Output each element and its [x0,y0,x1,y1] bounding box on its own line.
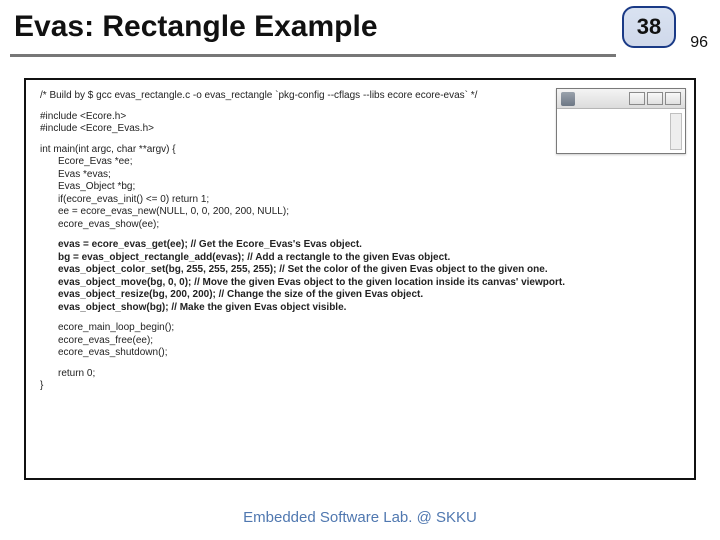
code-line: if(ecore_evas_init() <= 0) return 1; [40,194,684,207]
code-block: /* Build by $ gcc evas_rectangle.c -o ev… [24,78,696,480]
app-icon [561,92,575,106]
code-line: ee = ecore_evas_new(NULL, 0, 0, 200, 200… [40,206,684,219]
title-underline [10,54,616,57]
code-line: ecore_evas_free(ee); [40,335,684,348]
code-line: evas_object_move(bg, 0, 0); // Move the … [40,277,684,290]
code-block-highlight: evas = ecore_evas_get(ee); // Get the Ec… [40,239,684,314]
code-line: bg = evas_object_rectangle_add(evas); //… [40,252,684,265]
code-line: Evas_Object *bg; [40,181,684,194]
code-line: Evas *evas; [40,169,684,182]
window-preview [556,88,686,154]
code-line: Ecore_Evas *ee; [40,156,684,169]
code-line: evas = ecore_evas_get(ee); // Get the Ec… [40,239,684,252]
code-line: #include <Ecore_Evas.h> [40,123,154,134]
code-line: ecore_evas_shutdown(); [40,347,684,360]
footer-text: Embedded Software Lab. @ SKKU [0,509,720,526]
code-line: int main(int argc, char **argv) { [40,144,176,155]
code-block-return: return 0; } [40,368,684,393]
close-icon [665,92,681,105]
maximize-icon [647,92,663,105]
code-line: evas_object_color_set(bg, 255, 255, 255,… [40,264,684,277]
code-block-end: ecore_main_loop_begin(); ecore_evas_free… [40,322,684,360]
code-block-main: int main(int argc, char **argv) { Ecore_… [40,144,684,232]
total-pages: 96 [690,34,708,52]
code-line: ecore_evas_show(ee); [40,219,684,232]
scrollbar [670,113,682,150]
code-line: return 0; [40,368,684,381]
page-title: Evas: Rectangle Example [14,10,378,44]
code-line: evas_object_show(bg); // Make the given … [40,302,684,315]
code-line: ecore_main_loop_begin(); [40,322,684,335]
minimize-icon [629,92,645,105]
page-number-badge: 38 [622,6,676,48]
window-titlebar [557,89,685,109]
code-line: evas_object_resize(bg, 200, 200); // Cha… [40,289,684,302]
code-line: #include <Ecore.h> [40,111,126,122]
code-line: } [40,380,43,391]
